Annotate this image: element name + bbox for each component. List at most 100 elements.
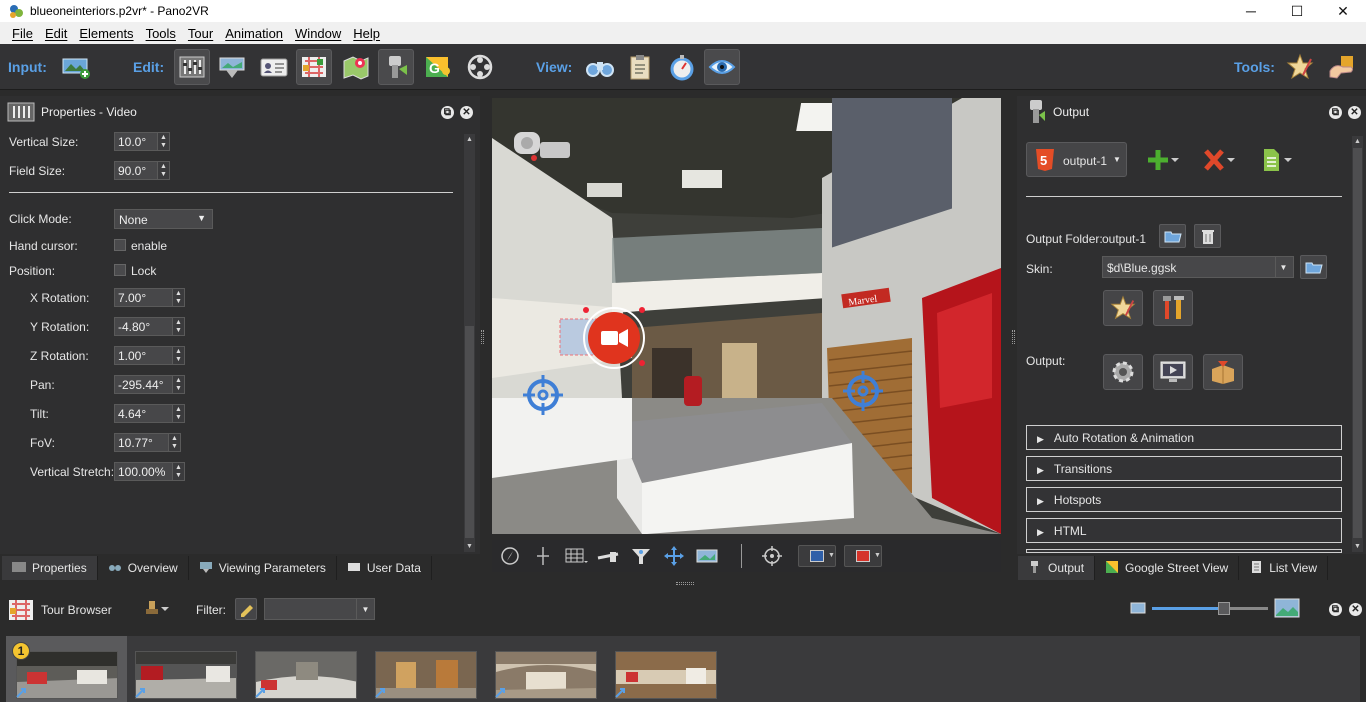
animation-button[interactable] xyxy=(462,49,498,85)
tools-hand-button[interactable] xyxy=(1324,49,1360,85)
splitter-handle[interactable] xyxy=(1012,330,1015,344)
fov-spinner[interactable]: 10.77° ▲ ▼ xyxy=(114,433,181,452)
skin-tools-button[interactable] xyxy=(1153,290,1193,326)
filter-tag-button[interactable] xyxy=(235,598,257,620)
target-center-button[interactable] xyxy=(760,545,784,567)
video-camera-icon[interactable] xyxy=(514,130,574,168)
thumbnail-zoom-slider[interactable] xyxy=(1152,602,1268,615)
zoom-slider-handle[interactable] xyxy=(1217,602,1230,615)
view-timer-button[interactable] xyxy=(664,49,700,85)
y-rotation-field[interactable]: -4.80° xyxy=(114,317,173,336)
tab-viewing-parameters[interactable]: Viewing Parameters xyxy=(188,556,337,580)
panorama-mode-button[interactable] xyxy=(695,545,719,567)
scroll-down-icon[interactable]: ▼ xyxy=(1354,543,1361,550)
polygon-color-picker[interactable]: ▼ xyxy=(844,545,882,567)
target-crosshair-icon[interactable] xyxy=(842,370,884,412)
close-window-button[interactable]: ✕ xyxy=(1320,0,1366,22)
vertical-size-spinner[interactable]: 10.0° ▲ ▼ xyxy=(114,132,170,151)
z-rotation-spinner[interactable]: 1.00° ▲ ▼ xyxy=(114,346,185,365)
section-transitions[interactable]: ▶ Transitions xyxy=(1026,456,1342,481)
google-street-view-button[interactable]: G xyxy=(420,49,456,85)
spinner-arrows-icon[interactable]: ▲ ▼ xyxy=(173,404,185,423)
open-skin-button[interactable] xyxy=(1300,255,1327,279)
menu-animation[interactable]: Animation xyxy=(219,26,289,41)
fov-field[interactable]: 10.77° xyxy=(114,433,169,452)
splitter-handle[interactable] xyxy=(481,330,484,344)
panorama-thumbnail[interactable] xyxy=(615,651,717,699)
panorama-thumbnail[interactable] xyxy=(375,651,477,699)
panorama-thumbnail[interactable] xyxy=(16,651,118,699)
tab-google-street-view[interactable]: Google Street View xyxy=(1095,556,1240,580)
panorama-thumbnail[interactable] xyxy=(495,651,597,699)
menu-help[interactable]: Help xyxy=(347,26,386,41)
open-folder-button[interactable] xyxy=(1159,224,1186,248)
menu-tour[interactable]: Tour xyxy=(182,26,219,41)
spinner-arrows-icon[interactable]: ▲ ▼ xyxy=(173,375,185,394)
new-document-button[interactable] xyxy=(1260,148,1292,175)
close-panel-icon[interactable]: ✕ xyxy=(1348,106,1361,119)
vertical-stretch-spinner[interactable]: 100.00% ▲ ▼ xyxy=(114,462,185,481)
scroll-up-icon[interactable]: ▲ xyxy=(1354,138,1361,145)
tab-user-data[interactable]: User Data xyxy=(336,556,432,580)
menu-window[interactable]: Window xyxy=(289,26,347,41)
grid-button[interactable] xyxy=(564,545,588,567)
tilt-field[interactable]: 4.64° xyxy=(114,404,173,423)
panorama-viewer[interactable]: Marvel xyxy=(492,98,1001,534)
vertical-stretch-field[interactable]: 100.00% xyxy=(114,462,173,481)
menu-edit[interactable]: Edit xyxy=(39,26,73,41)
funnel-button[interactable] xyxy=(629,545,653,567)
x-rotation-spinner[interactable]: 7.00° ▲ ▼ xyxy=(114,288,185,307)
scrollbar-thumb[interactable] xyxy=(1353,148,1362,538)
user-data-button[interactable] xyxy=(256,49,292,85)
section-auto-rotation[interactable]: ▶ Auto Rotation & Animation xyxy=(1026,425,1342,450)
target-crosshair-icon[interactable] xyxy=(522,374,564,416)
splitter-handle[interactable] xyxy=(676,582,694,585)
pan-field[interactable]: -295.44° xyxy=(114,375,173,394)
spinner-arrows-icon[interactable]: ▲ ▼ xyxy=(173,288,185,307)
tour-browser-button[interactable] xyxy=(296,49,332,85)
output-package-button[interactable] xyxy=(1203,354,1243,390)
tab-list-view[interactable]: List View xyxy=(1239,556,1329,580)
output-preview-button[interactable] xyxy=(1153,354,1193,390)
section-hotspots[interactable]: ▶ Hotspots xyxy=(1026,487,1342,512)
tab-properties[interactable]: Properties xyxy=(2,556,98,580)
spinner-arrows-icon[interactable]: ▲ ▼ xyxy=(158,161,170,180)
float-panel-icon[interactable]: ⧉ xyxy=(441,106,454,119)
output-select[interactable]: 5 output-1 ▼ xyxy=(1026,142,1127,177)
pan-spinner[interactable]: -295.44° ▲ ▼ xyxy=(114,375,185,394)
tilt-spinner[interactable]: 4.64° ▲ ▼ xyxy=(114,404,185,423)
chevron-down-icon[interactable]: ▼ xyxy=(1275,257,1291,277)
view-report-button[interactable] xyxy=(622,49,658,85)
x-rotation-field[interactable]: 7.00° xyxy=(114,288,173,307)
y-rotation-spinner[interactable]: -4.80° ▲ ▼ xyxy=(114,317,185,336)
spinner-arrows-icon[interactable]: ▲ ▼ xyxy=(173,462,185,481)
tools-star-button[interactable] xyxy=(1282,49,1318,85)
float-panel-icon[interactable]: ⧉ xyxy=(1329,603,1342,616)
tab-output[interactable]: Output xyxy=(1018,556,1096,580)
click-mode-select[interactable]: None ▼ xyxy=(114,209,213,229)
close-panel-icon[interactable]: ✕ xyxy=(1349,603,1362,616)
scrollbar-thumb[interactable] xyxy=(465,326,474,538)
scroll-up-icon[interactable]: ▲ xyxy=(466,136,473,143)
panorama-thumbnail[interactable] xyxy=(135,651,237,699)
z-rotation-field[interactable]: 1.00° xyxy=(114,346,173,365)
measure-button[interactable] xyxy=(596,545,620,567)
map-editor-button[interactable] xyxy=(338,49,374,85)
hotspot-color-picker[interactable]: ▼ xyxy=(798,545,836,567)
scroll-down-icon[interactable]: ▼ xyxy=(466,543,473,550)
stamp-menu-button[interactable] xyxy=(144,599,170,622)
video-hotspot-icon[interactable] xyxy=(556,303,656,373)
spinner-arrows-icon[interactable]: ▲ ▼ xyxy=(169,433,181,452)
hand-cursor-checkbox[interactable] xyxy=(114,239,126,251)
delete-output-button[interactable] xyxy=(1203,148,1235,175)
input-images-button[interactable] xyxy=(58,49,94,85)
properties-mode-button[interactable] xyxy=(174,49,210,85)
crosshair-toggle-button[interactable] xyxy=(531,545,555,567)
tab-overview[interactable]: Overview xyxy=(97,556,189,580)
view-binoculars-button[interactable] xyxy=(582,49,618,85)
view-preview-button[interactable] xyxy=(704,49,740,85)
spinner-arrows-icon[interactable]: ▲ ▼ xyxy=(173,317,185,336)
section-html[interactable]: ▶ HTML xyxy=(1026,518,1342,543)
compass-button[interactable] xyxy=(498,545,522,567)
close-panel-icon[interactable]: ✕ xyxy=(460,106,473,119)
